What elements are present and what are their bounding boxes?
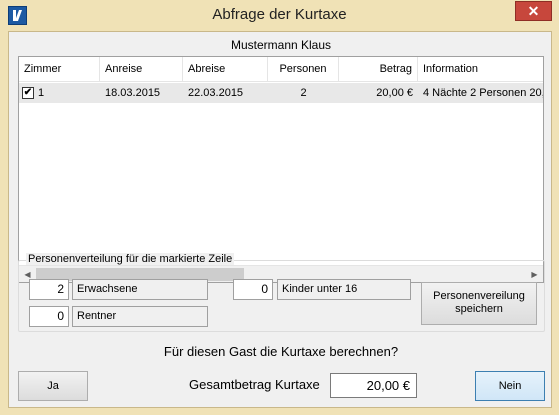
adults-label: Erwachsene	[72, 279, 208, 300]
no-button[interactable]: Nein	[475, 371, 545, 401]
dialog-body: Mustermann Klaus Zimmer Anreise Abreise …	[8, 31, 552, 408]
save-distribution-label-line2: speichern	[455, 303, 503, 315]
save-distribution-button[interactable]: Personenvereilung speichern	[421, 282, 537, 325]
table-header: Zimmer Anreise Abreise Personen Betrag I…	[19, 57, 543, 82]
column-header-betrag[interactable]: Betrag	[339, 57, 418, 82]
cell-information: 4 Nächte 2 Personen 20,0	[423, 87, 544, 99]
cell-personen: 2	[300, 87, 307, 99]
group-legend: Personenverteilung für die markierte Zei…	[26, 253, 235, 265]
window-title: Abfrage der Kurtaxe	[212, 6, 347, 23]
adults-count-input[interactable]: 2	[29, 279, 69, 300]
seniors-label: Rentner	[72, 306, 208, 327]
cell-betrag: 20,00 €	[376, 87, 413, 99]
column-header-information[interactable]: Information	[418, 57, 543, 82]
column-header-abreise[interactable]: Abreise	[183, 57, 268, 82]
confirmation-question: Für diesen Gast die Kurtaxe berechnen?	[163, 344, 399, 359]
column-header-anreise[interactable]: Anreise	[100, 57, 183, 82]
title-bar: Abfrage der Kurtaxe ✕	[0, 0, 559, 31]
children-label: Kinder unter 16	[277, 279, 411, 300]
cell-abreise: 22.03.2015	[188, 87, 244, 99]
total-label: Gesamtbetrag Kurtaxe	[189, 377, 320, 392]
total-amount-field[interactable]: 20,00 €	[330, 373, 417, 398]
room-table[interactable]: Zimmer Anreise Abreise Personen Betrag I…	[18, 56, 544, 283]
cell-zimmer: 1	[38, 87, 45, 99]
cell-anreise: 18.03.2015	[105, 87, 161, 99]
person-distribution-group: Personenverteilung für die markierte Zei…	[18, 253, 545, 332]
children-count-input[interactable]: 0	[233, 279, 273, 300]
table-row[interactable]: ✔ 1 18.03.2015 22.03.2015 2 20,00 € 4 Nä…	[19, 83, 544, 103]
column-header-zimmer[interactable]: Zimmer	[19, 57, 100, 82]
seniors-count-input[interactable]: 0	[29, 306, 69, 327]
guest-name: Mustermann Klaus	[230, 38, 332, 52]
column-header-personen[interactable]: Personen	[268, 57, 339, 82]
close-button[interactable]: ✕	[515, 1, 552, 21]
yes-button[interactable]: Ja	[18, 371, 88, 401]
save-distribution-label-line1: Personenvereilung	[433, 290, 525, 302]
